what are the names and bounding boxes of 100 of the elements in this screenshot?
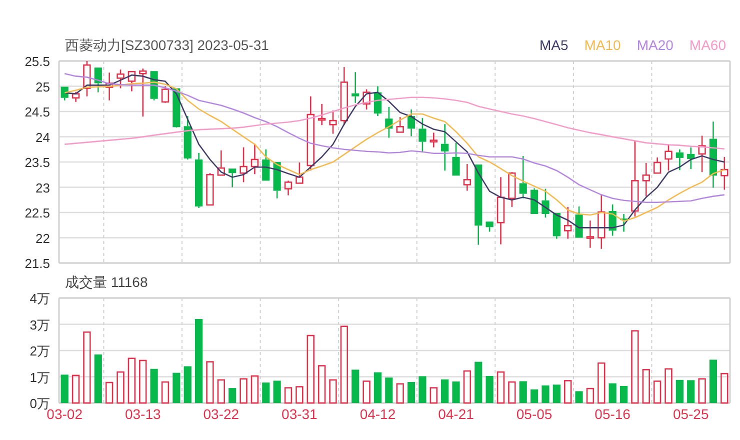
date-label: 03-31 bbox=[282, 406, 318, 422]
volume-bar bbox=[642, 369, 650, 404]
volume-bar bbox=[676, 380, 684, 403]
candlestick bbox=[72, 92, 80, 102]
candlestick bbox=[240, 147, 248, 182]
legend-label: MA60 bbox=[689, 37, 726, 53]
volume-bar bbox=[620, 386, 628, 403]
axis-label: 25.5 bbox=[24, 54, 50, 69]
volume-bar bbox=[94, 354, 102, 403]
candlestick bbox=[552, 212, 560, 239]
volume-bar bbox=[262, 382, 270, 403]
candlestick bbox=[407, 109, 416, 136]
candlestick bbox=[105, 72, 114, 100]
candlestick bbox=[94, 66, 102, 92]
volume-bar bbox=[653, 380, 662, 404]
volume-bar bbox=[284, 387, 292, 404]
volume-bar bbox=[586, 388, 594, 404]
chart-title: 西菱动力[SZ300733] 2023-05-31 bbox=[65, 37, 269, 53]
candlestick bbox=[385, 106, 393, 138]
volume-bar bbox=[575, 391, 583, 403]
volume-bar bbox=[385, 378, 393, 403]
candlestick bbox=[273, 161, 281, 198]
volume-bar bbox=[598, 362, 606, 404]
candlestick bbox=[161, 86, 170, 103]
axis-label: 24.5 bbox=[24, 104, 50, 120]
candlestick bbox=[519, 156, 527, 198]
candlestick bbox=[318, 104, 326, 126]
candlestick bbox=[653, 157, 662, 174]
axis-label: 4万 bbox=[30, 293, 50, 306]
legend-label: MA5 bbox=[539, 37, 568, 53]
candlestick bbox=[496, 177, 505, 244]
axis-label: 23 bbox=[36, 180, 50, 196]
volume-bar bbox=[486, 376, 494, 403]
volume-bar bbox=[273, 380, 281, 403]
volume-bar bbox=[552, 384, 560, 403]
volume-bar bbox=[709, 360, 718, 403]
candlestick bbox=[486, 220, 494, 232]
volume-bar bbox=[407, 382, 416, 403]
candlestick bbox=[228, 168, 236, 188]
volume-bar bbox=[608, 383, 616, 403]
candlestick bbox=[284, 180, 292, 196]
candlestick bbox=[598, 194, 606, 249]
candlestick bbox=[564, 206, 572, 239]
volume-bar bbox=[139, 360, 147, 404]
volume-bar bbox=[664, 368, 672, 404]
volume-bar bbox=[508, 381, 516, 404]
volume-bar bbox=[720, 372, 728, 404]
volume-bar bbox=[60, 374, 68, 403]
volume-bar bbox=[530, 389, 538, 403]
candlestick bbox=[184, 116, 192, 160]
volume-bar bbox=[452, 381, 460, 403]
date-label: 05-16 bbox=[594, 406, 630, 422]
volume-bar bbox=[161, 381, 170, 404]
candlestick bbox=[709, 122, 718, 188]
candlestick bbox=[586, 220, 594, 248]
axis-label: 24 bbox=[36, 130, 50, 145]
candlestick bbox=[676, 149, 684, 170]
candlestick bbox=[262, 149, 270, 182]
candlestick bbox=[374, 86, 382, 116]
volume-bar bbox=[362, 380, 370, 404]
volume-bar bbox=[519, 381, 527, 403]
candlestick bbox=[463, 164, 472, 191]
candlestick bbox=[206, 173, 214, 206]
volume-bar bbox=[172, 372, 180, 403]
candlestick bbox=[362, 89, 370, 110]
volume-bar bbox=[474, 362, 482, 403]
candlestick bbox=[430, 132, 438, 148]
candlestick bbox=[441, 124, 449, 171]
candlestick bbox=[116, 70, 124, 88]
volume-bar bbox=[105, 382, 114, 404]
axis-label: 2万 bbox=[30, 344, 50, 358]
volume-bar bbox=[687, 380, 695, 403]
volume-bar bbox=[463, 370, 472, 404]
volume-bar bbox=[228, 388, 236, 403]
date-label: 04-21 bbox=[438, 406, 474, 422]
candlestick bbox=[542, 188, 550, 218]
volume-bar bbox=[374, 372, 382, 403]
axis-label: 22.5 bbox=[24, 206, 50, 220]
volume-bar bbox=[318, 365, 326, 404]
candlestick bbox=[687, 147, 695, 170]
date-label: 05-25 bbox=[672, 406, 709, 422]
candlestick bbox=[250, 144, 259, 174]
volume-title: 成交量 11168 bbox=[65, 274, 148, 292]
candlestick bbox=[620, 214, 628, 232]
volume-bar bbox=[184, 366, 192, 403]
volume-bar bbox=[306, 334, 314, 404]
axis-label: 21.5 bbox=[24, 256, 50, 269]
volume-bar bbox=[206, 361, 214, 404]
volume-bar bbox=[329, 379, 337, 404]
volume-bar bbox=[418, 376, 426, 403]
candlestick bbox=[452, 142, 460, 176]
candlestick bbox=[608, 204, 616, 236]
date-label: 03-13 bbox=[124, 406, 161, 422]
volume-bar bbox=[496, 371, 505, 404]
date-label: 03-22 bbox=[203, 406, 240, 422]
volume-bar bbox=[72, 374, 80, 404]
volume-bar bbox=[250, 375, 259, 404]
volume-bar bbox=[116, 371, 124, 404]
volume-bar bbox=[150, 368, 158, 403]
volume-bar bbox=[128, 358, 136, 404]
